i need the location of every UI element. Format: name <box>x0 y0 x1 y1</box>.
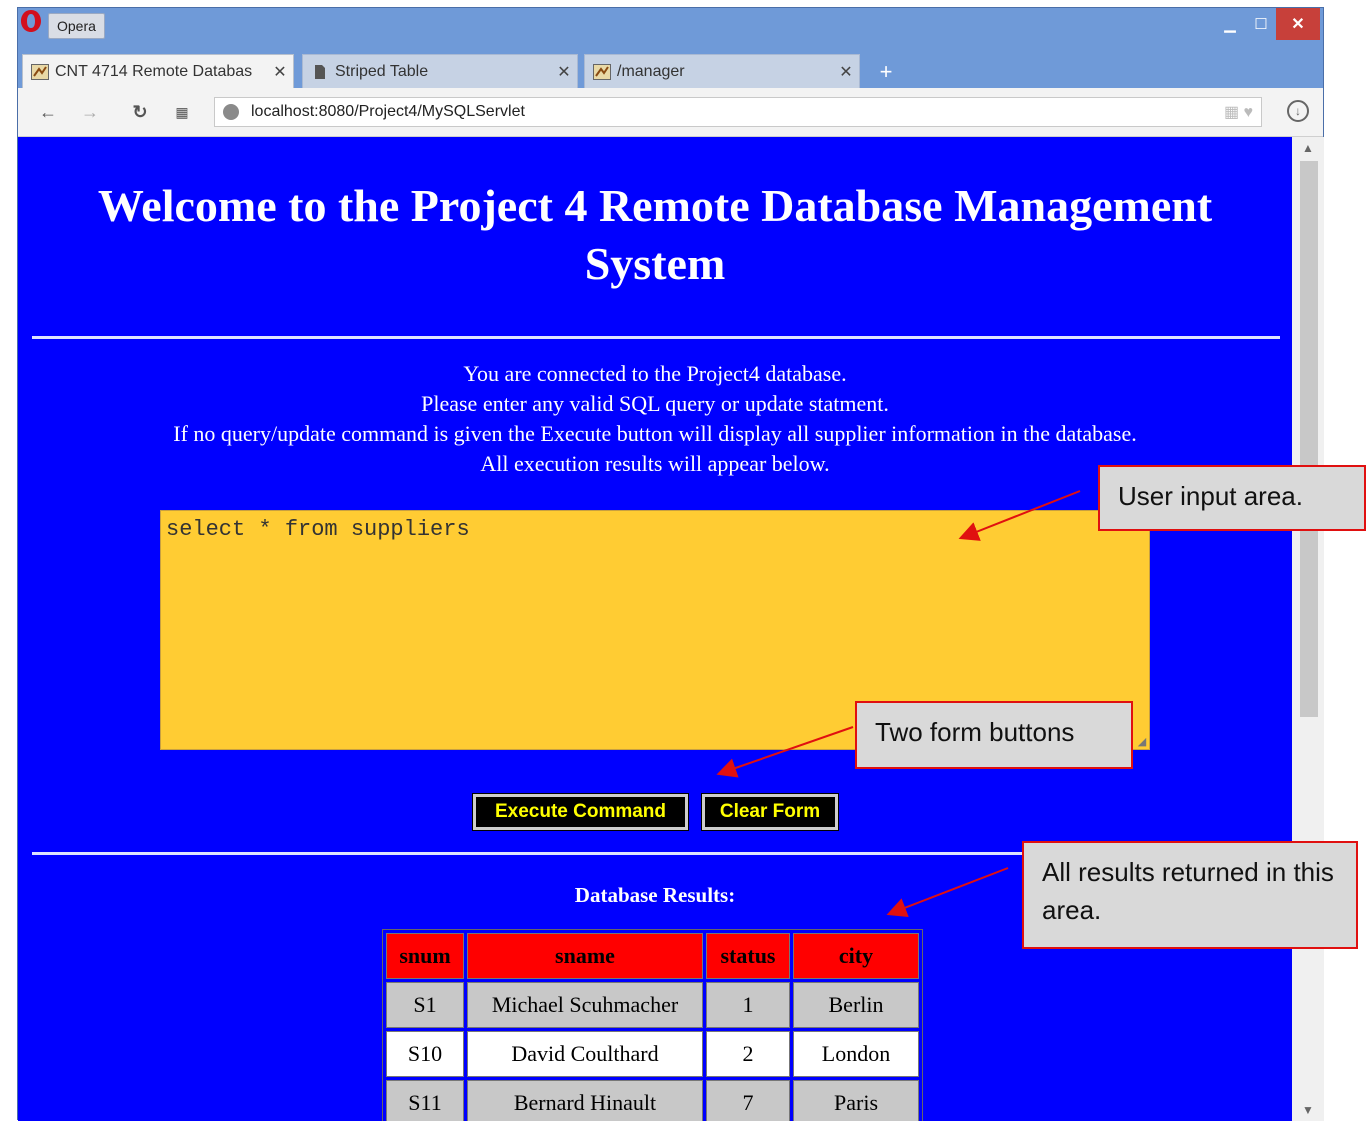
table-row: S10 David Coulthard 2 London <box>386 1031 919 1077</box>
tab-label: Striped Table <box>335 62 429 80</box>
table-cell: 2 <box>706 1031 790 1077</box>
navigation-bar: ← → ↻ ▦ localhost:8080/Project4/MySQLSer… <box>18 88 1323 137</box>
address-bar[interactable]: localhost:8080/Project4/MySQLServlet ▦ ♥ <box>214 97 1262 127</box>
forward-icon[interactable]: → <box>78 100 102 124</box>
table-cell: 1 <box>706 982 790 1028</box>
callout-form-buttons: Two form buttons <box>855 701 1133 769</box>
column-header: status <box>706 933 790 979</box>
table-row: S11 Bernard Hinault 7 Paris <box>386 1080 919 1121</box>
title-bar: Opera ▁ ☐ ✕ <box>18 8 1323 42</box>
intro-line: You are connected to the Project4 databa… <box>463 361 847 386</box>
tab-label: /manager <box>617 62 685 80</box>
close-icon: ✕ <box>1291 16 1305 33</box>
tab-close-icon[interactable]: ✕ <box>833 62 859 82</box>
table-cell: S10 <box>386 1031 464 1077</box>
vertical-scrollbar[interactable]: ▲ ▼ <box>1292 137 1324 1121</box>
address-url[interactable]: localhost:8080/Project4/MySQLServlet <box>251 98 525 126</box>
table-header-row: snum sname status city <box>386 933 919 979</box>
callout-results: All results returned in this area. <box>1022 841 1358 949</box>
download-icon[interactable]: ↓ <box>1287 100 1309 122</box>
divider <box>32 336 1280 339</box>
new-tab-button[interactable]: + <box>872 58 900 86</box>
reload-icon[interactable]: ↻ <box>128 100 152 124</box>
table-row: S1 Michael Scuhmacher 1 Berlin <box>386 982 919 1028</box>
tab-bar: CNT 4714 Remote Databas ✕ Striped Table … <box>18 44 1323 90</box>
tab-close-icon[interactable]: ✕ <box>551 62 577 82</box>
close-window-button[interactable]: ✕ <box>1276 8 1320 40</box>
page-title-line1: Welcome to the Project 4 Remote Database… <box>97 180 1213 231</box>
speed-dial-icon[interactable]: ▦ <box>170 100 194 124</box>
column-header: snum <box>386 933 464 979</box>
maximize-icon: ☐ <box>1254 16 1268 33</box>
intro-line: If no query/update command is given the … <box>173 421 1137 446</box>
resize-grip-icon[interactable]: ◢ <box>1136 736 1148 748</box>
table-cell: David Coulthard <box>467 1031 703 1077</box>
bookmark-heart-icon[interactable]: ▦ ♥ <box>1224 102 1253 122</box>
table-cell: Bernard Hinault <box>467 1080 703 1121</box>
scroll-down-icon[interactable]: ▼ <box>1292 1099 1324 1121</box>
tab-manager[interactable]: /manager ✕ <box>584 54 860 88</box>
table-cell: Michael Scuhmacher <box>467 982 703 1028</box>
minimize-icon: ▁ <box>1224 16 1236 33</box>
table-cell: Berlin <box>793 982 919 1028</box>
intro-line: Please enter any valid SQL query or upda… <box>421 391 889 416</box>
table-cell: 7 <box>706 1080 790 1121</box>
column-header: sname <box>467 933 703 979</box>
execute-command-button[interactable]: Execute Command <box>472 793 689 831</box>
results-table: snum sname status city S1 Michael Scuhma… <box>382 929 923 1121</box>
table-cell: S11 <box>386 1080 464 1121</box>
table-cell: London <box>793 1031 919 1077</box>
browser-window: Opera ▁ ☐ ✕ CNT 4714 Remote Databas ✕ St… <box>17 7 1324 1121</box>
scroll-up-icon[interactable]: ▲ <box>1292 137 1324 159</box>
tab-remote-database[interactable]: CNT 4714 Remote Databas ✕ <box>22 54 294 88</box>
column-header: city <box>793 933 919 979</box>
page-title-line2: System <box>584 238 726 289</box>
intro-text: You are connected to the Project4 databa… <box>18 359 1292 479</box>
tab-close-icon[interactable]: ✕ <box>267 62 293 82</box>
callout-user-input: User input area. <box>1098 465 1366 531</box>
page-viewport: Welcome to the Project 4 Remote Database… <box>18 137 1292 1121</box>
tab-label: CNT 4714 Remote Databas <box>55 62 253 80</box>
maximize-button[interactable]: ☐ <box>1246 8 1276 40</box>
document-icon <box>315 64 325 79</box>
site-info-icon[interactable] <box>223 104 239 120</box>
opera-logo-icon[interactable] <box>20 8 42 34</box>
opera-menu-button[interactable]: Opera <box>48 13 105 39</box>
minimize-button[interactable]: ▁ <box>1216 8 1244 40</box>
table-cell: Paris <box>793 1080 919 1121</box>
table-cell: S1 <box>386 982 464 1028</box>
servlet-icon <box>593 63 611 80</box>
back-icon[interactable]: ← <box>36 100 60 124</box>
scroll-thumb[interactable] <box>1300 161 1318 717</box>
page-title: Welcome to the Project 4 Remote Database… <box>18 177 1292 293</box>
servlet-icon <box>31 63 49 80</box>
clear-form-button[interactable]: Clear Form <box>701 793 839 831</box>
tab-striped-table[interactable]: Striped Table ✕ <box>302 54 578 88</box>
